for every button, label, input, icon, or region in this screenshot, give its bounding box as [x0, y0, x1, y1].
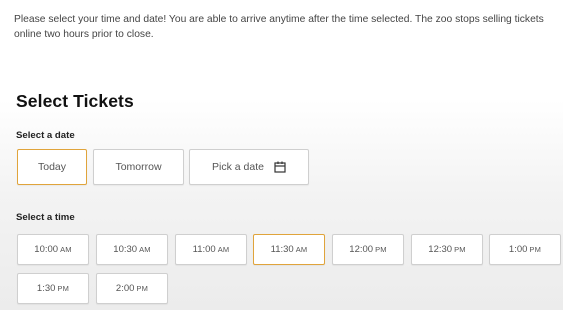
time-slot-time: 11:30 [270, 244, 294, 255]
time-slot-time: 10:30 [113, 244, 138, 255]
time-slot[interactable]: 1:00 PM [489, 234, 561, 265]
time-slot-period: PM [454, 245, 466, 254]
date-option-label: Pick a date [212, 161, 264, 173]
section-title: Select Tickets [16, 91, 134, 111]
date-option-label: Today [37, 161, 67, 173]
time-slot-period: AM [295, 245, 308, 254]
time-slot-period: AM [60, 245, 72, 254]
time-slot-period: PM [136, 284, 149, 293]
intro-text: Please select your time and date! You ar… [14, 14, 544, 40]
time-slot-period: AM [217, 245, 230, 254]
time-slot-period: PM [57, 284, 70, 293]
time-slot-time: 1:30 [36, 283, 56, 294]
time-slot[interactable]: 11:00 AM [175, 234, 247, 265]
time-slot[interactable]: 12:30 PM [411, 234, 483, 265]
date-option-today[interactable]: Today [17, 149, 87, 185]
time-slot-time: 10:00 [34, 244, 59, 255]
date-option-pick-a-date[interactable]: Pick a date [189, 149, 309, 185]
time-slot[interactable]: 2:00 PM [96, 273, 168, 304]
calendar-icon [274, 161, 286, 173]
time-slot-period: PM [529, 245, 542, 254]
time-slot[interactable]: 12:00 PM [332, 234, 404, 265]
time-slot-time: 12:00 [349, 244, 374, 255]
time-slot-time: 1:00 [508, 244, 528, 255]
time-slot-period: PM [375, 245, 387, 254]
time-slot-period: AM [139, 245, 151, 254]
time-slot-selected[interactable]: 11:30 AM [253, 234, 325, 265]
date-option-label: Tomorrow [115, 161, 162, 173]
time-slot-time: 12:30 [428, 244, 453, 255]
date-option-tomorrow[interactable]: Tomorrow [93, 149, 184, 185]
time-slot[interactable]: 1:30 PM [17, 273, 89, 304]
time-slot-time: 11:00 [192, 244, 216, 255]
time-section-label: Select a time [16, 212, 75, 223]
time-slot-time: 2:00 [115, 283, 135, 294]
time-slot[interactable]: 10:30 AM [96, 234, 168, 265]
date-section-label: Select a date [16, 130, 75, 141]
time-slot[interactable]: 10:00 AM [17, 234, 89, 265]
